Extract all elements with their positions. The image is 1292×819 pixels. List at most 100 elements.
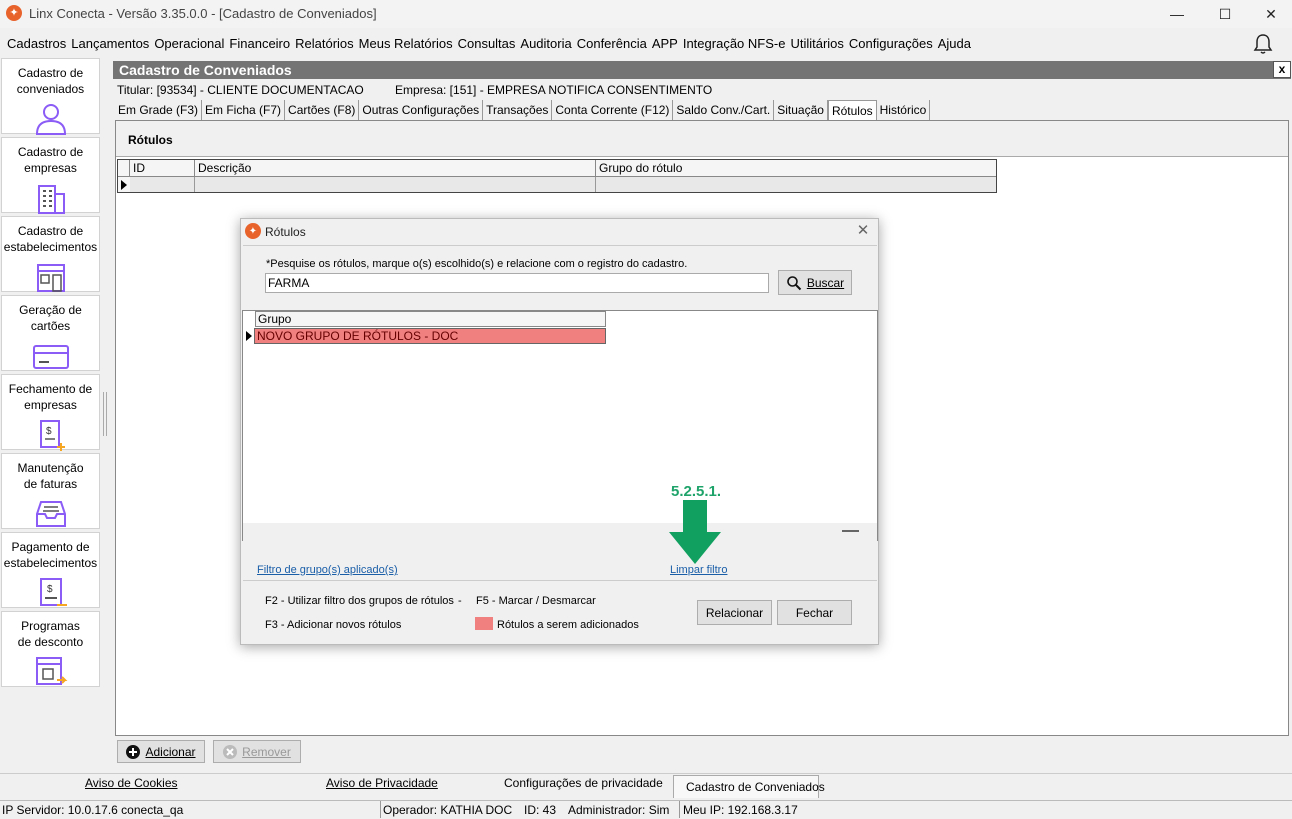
rotulos-grid[interactable]: ID Descrição Grupo do rótulo	[117, 159, 997, 193]
help-f5: F5 - Marcar / Desmarcar	[476, 595, 596, 607]
sidebar-item-cartoes[interactable]: Geração de cartões	[1, 295, 100, 371]
help-f3: F3 - Adicionar novos rótulos	[265, 619, 402, 631]
menu-utilitarios[interactable]: Utilitários	[790, 36, 843, 51]
status-operator: Operador: KATHIA DOC	[383, 803, 513, 817]
tab-cartoes[interactable]: Cartões (F8)	[285, 100, 360, 120]
sidebar-item-programas-desconto[interactable]: Programas de desconto	[1, 611, 100, 687]
grid-cell[interactable]	[596, 177, 996, 192]
status-tab-config-privacidade[interactable]: Configurações de privacidade	[504, 776, 663, 790]
dialog-close-button[interactable]: ✕	[854, 222, 872, 240]
menu-cadastros[interactable]: Cadastros	[7, 36, 66, 51]
menu-relatorios[interactable]: Relatórios	[295, 36, 354, 51]
menu-conferencia[interactable]: Conferência	[577, 36, 647, 51]
dialog-title: Rótulos	[265, 225, 306, 239]
status-tab-cookies[interactable]: Aviso de Cookies	[85, 776, 178, 790]
dialog-grid-row[interactable]: NOVO GRUPO DE RÓTULOS - DOC	[254, 328, 606, 344]
svg-text:$: $	[47, 584, 53, 595]
menu-lancamentos[interactable]: Lançamentos	[71, 36, 149, 51]
building-icon	[37, 185, 65, 214]
form-title: Cadastro de Conveniados	[113, 61, 1291, 79]
remove-circle-icon	[223, 744, 238, 759]
payment-icon: $	[39, 578, 67, 606]
legend-label: Rótulos a serem adicionados	[497, 619, 639, 631]
down-arrow-icon	[669, 500, 721, 564]
status-tab-privacidade[interactable]: Aviso de Privacidade	[326, 776, 438, 790]
menu-ajuda[interactable]: Ajuda	[938, 36, 971, 51]
sidebar-item-label: empresas	[24, 161, 77, 175]
grid-header-grupo[interactable]: Grupo do rótulo	[596, 160, 996, 177]
dialog-results-grid[interactable]	[242, 310, 878, 541]
sidebar-splitter[interactable]	[103, 392, 107, 436]
close-dialog-button[interactable]: Fechar	[777, 600, 852, 625]
maximize-button[interactable]: ☐	[1202, 0, 1248, 28]
menu-meus-relatorios[interactable]: Meus Relatórios	[359, 36, 453, 51]
tab-situacao[interactable]: Situação	[774, 100, 828, 120]
menu-auditoria[interactable]: Auditoria	[520, 36, 571, 51]
relate-button[interactable]: Relacionar	[697, 600, 772, 625]
menu-app[interactable]: APP	[652, 36, 678, 51]
dialog-grid-header[interactable]: Grupo	[255, 311, 606, 327]
menu-consultas[interactable]: Consultas	[458, 36, 516, 51]
menu-financeiro[interactable]: Financeiro	[229, 36, 290, 51]
sidebar-item-label: Pagamento de	[11, 540, 90, 554]
tab-transacoes[interactable]: Transações	[483, 100, 553, 120]
dialog-hint: *Pesquise os rótulos, marque o(s) escolh…	[266, 258, 688, 270]
add-button-label: Adicionar	[145, 744, 196, 759]
menu-bar: Cadastros Lançamentos Operacional Financ…	[7, 36, 976, 51]
menu-integracao-nfse[interactable]: Integração NFS-e	[683, 36, 786, 51]
sidebar-item-label: Fechamento de	[8, 382, 93, 396]
sidebar-item-empresas[interactable]: Cadastro de empresas	[1, 137, 100, 214]
grid-header-descricao[interactable]: Descrição	[195, 160, 596, 177]
sidebar-item-fechamento[interactable]: Fechamento de empresas $	[1, 374, 100, 451]
tab-rotulos[interactable]: Rótulos	[827, 100, 877, 121]
dialog-logo-icon: ✦	[245, 223, 261, 239]
status-separator	[679, 801, 680, 818]
tab-historico[interactable]: Histórico	[877, 100, 931, 120]
close-window-button[interactable]: ✕	[1248, 0, 1292, 28]
inbox-icon	[35, 501, 66, 527]
search-input[interactable]	[265, 273, 769, 293]
sidebar-item-label: Cadastro de	[17, 66, 84, 80]
window-title: Linx Conecta - Versão 3.35.0.0 - [Cadast…	[29, 6, 377, 21]
minus-icon	[842, 530, 859, 532]
sidebar-item-conveniados[interactable]: Cadastro de conveniados	[1, 58, 100, 135]
search-button[interactable]: Buscar	[778, 270, 852, 295]
grid-indicator-header	[118, 160, 130, 177]
filter-applied-link[interactable]: Filtro de grupo(s) aplicado(s)	[257, 564, 398, 576]
menu-configuracoes[interactable]: Configurações	[849, 36, 933, 51]
dialog-grid-footer	[243, 523, 877, 541]
tab-outras-configuracoes[interactable]: Outras Configurações	[359, 100, 484, 120]
sidebar-item-label: conveniados	[16, 82, 85, 96]
add-button[interactable]: Adicionar	[117, 740, 205, 763]
step-annotation: 5.2.5.1.	[671, 483, 722, 500]
grid-cell[interactable]	[130, 177, 195, 192]
sidebar-item-label: estabelecimentos	[3, 556, 98, 570]
tab-em-grade[interactable]: Em Grade (F3)	[115, 100, 203, 120]
sidebar-item-label: de desconto	[17, 635, 84, 649]
minimize-button[interactable]: —	[1154, 0, 1200, 28]
discount-icon	[35, 657, 67, 685]
status-tab-conveniados[interactable]: Cadastro de Conveniados	[686, 780, 825, 794]
sidebar-item-pagamento[interactable]: Pagamento de estabelecimentos $	[1, 532, 100, 608]
tab-conta-corrente[interactable]: Conta Corrente (F12)	[552, 100, 674, 120]
grid-cell[interactable]	[195, 177, 596, 192]
sidebar-item-label: estabelecimentos	[3, 240, 98, 254]
clear-filter-link[interactable]: Limpar filtro	[670, 564, 727, 576]
form-close-button[interactable]: x	[1273, 61, 1291, 78]
empresa-label: Empresa: [151] - EMPRESA NOTIFICA CONSEN…	[395, 83, 713, 97]
help-f2: F2 - Utilizar filtro dos grupos de rótul…	[265, 595, 454, 607]
menu-operacional[interactable]: Operacional	[154, 36, 224, 51]
tab-saldo[interactable]: Saldo Conv./Cart.	[673, 100, 775, 120]
tab-em-ficha[interactable]: Em Ficha (F7)	[202, 100, 286, 120]
bell-icon[interactable]	[1253, 33, 1273, 55]
sidebar-item-label: cartões	[30, 319, 71, 333]
legend-swatch	[475, 617, 493, 630]
grid-header-id[interactable]: ID	[130, 160, 195, 177]
status-server: IP Servidor: 10.0.17.6 conecta_qa	[2, 803, 184, 817]
remove-button[interactable]: Remover	[213, 740, 301, 763]
sidebar-item-estabelecimentos[interactable]: Cadastro de estabelecimentos	[1, 216, 100, 292]
status-my-ip: Meu IP: 192.168.3.17	[683, 803, 798, 817]
status-id: ID: 43	[524, 803, 557, 817]
status-separator	[380, 801, 381, 818]
sidebar-item-faturas[interactable]: Manutenção de faturas	[1, 453, 100, 529]
